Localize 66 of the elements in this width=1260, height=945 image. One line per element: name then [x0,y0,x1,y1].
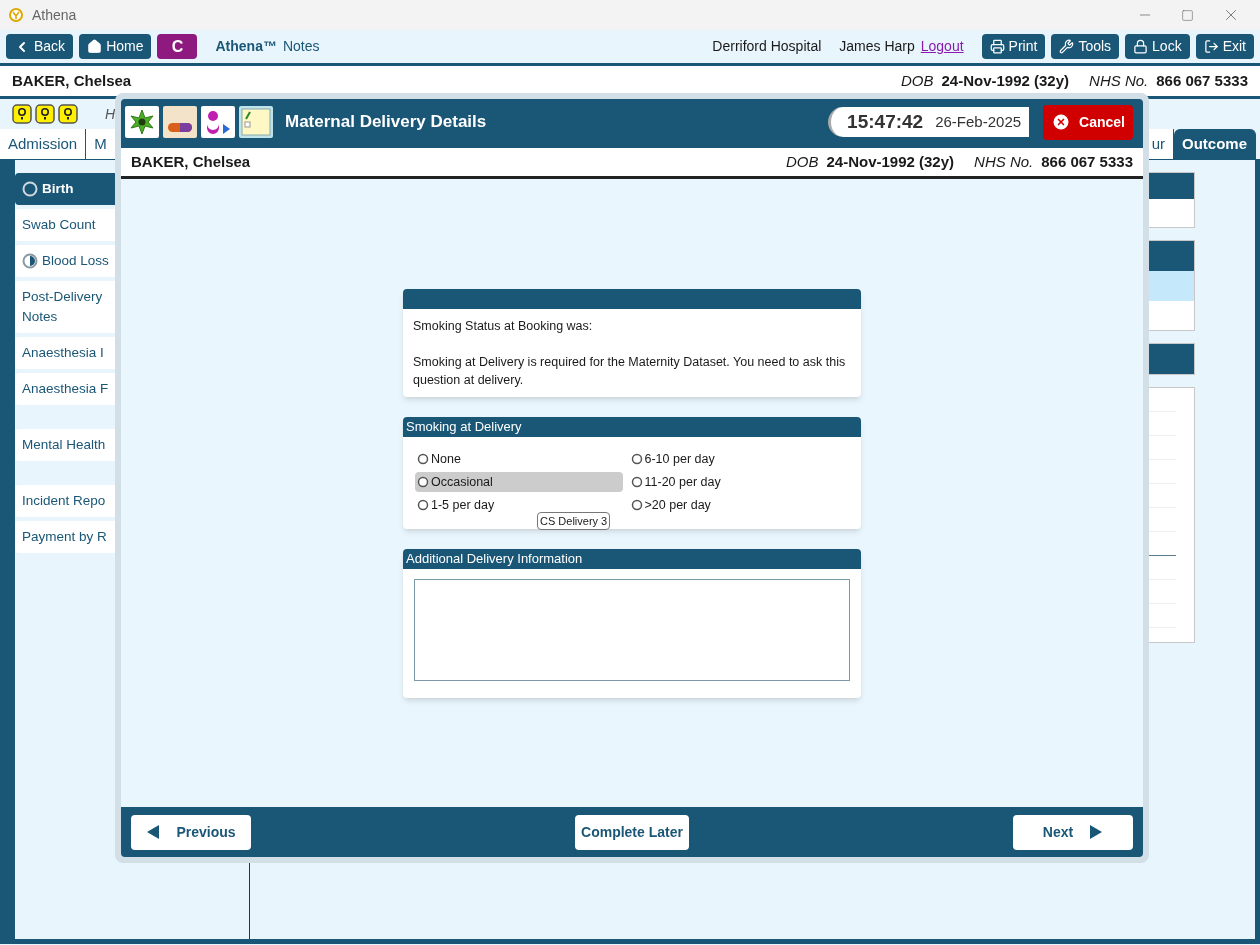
close-circle-icon [1051,112,1072,132]
nhs-value: 866 067 5333 [1041,151,1133,172]
radio-option[interactable]: 1-5 per day [415,495,623,515]
radio-option[interactable]: >20 per day [628,495,849,515]
cancel-button[interactable]: Cancel [1043,104,1133,140]
user-name: James Harp [839,37,915,56]
tab[interactable]: Admission [0,129,87,159]
dob-value: 24-Nov-1992 (32y) [826,151,955,172]
padlock-icon [1133,39,1149,54]
dob-value: 24-Nov-1992 (32y) [941,70,1070,91]
exit-button[interactable]: Exit [1195,34,1254,59]
next-button[interactable]: Next [1013,814,1133,850]
radio-icon [630,476,643,488]
home-icon [87,39,103,54]
lock-button[interactable]: Lock [1125,34,1190,59]
pill-icon[interactable] [163,106,197,138]
hospital-name: Derriford Hospital [712,37,822,56]
radio-icon [630,499,643,511]
patient-name: BAKER, Chelsea [131,151,251,172]
radio-option[interactable]: Occasional [415,472,623,492]
patient-badge[interactable]: C [157,34,198,59]
radio-option[interactable]: 11-20 per day [628,472,849,492]
patient-name: BAKER, Chelsea [12,70,132,91]
app-logo-icon [8,7,24,23]
radio-icon [630,453,643,465]
radio-option[interactable]: 6-10 per day [628,449,849,469]
radio-icon [417,499,429,511]
radio-option[interactable]: None [415,449,623,469]
info-text: Smoking Status at Booking was: [413,318,594,335]
help-icon[interactable] [58,104,78,124]
window-title: Athena [32,5,77,25]
radio-icon [417,453,429,465]
help-icon[interactable] [35,104,55,124]
clock-time: 15:47:42 [847,109,924,134]
right-arrow-icon [1089,824,1104,840]
clock-date: 26-Feb-2025 [935,111,1022,132]
card-header: Additional Delivery Information [403,549,861,569]
text-area[interactable] [414,579,850,681]
tab[interactable]: M [86,129,116,159]
exit-icon [1203,39,1219,54]
logout-link[interactable]: Logout [920,36,964,57]
nhs-value: 866 067 5333 [1156,70,1248,91]
header-text: H [105,104,116,124]
dob-label: DOB [900,70,934,91]
app-name: Athena™ [215,37,277,56]
help-icon[interactable] [12,104,32,124]
nhs-label: NHS No. [1089,70,1149,91]
left-arrow-icon [146,824,161,840]
back-button[interactable]: Back [6,34,74,59]
tools-icon [1059,39,1075,54]
flower-icon[interactable] [125,106,159,138]
printer-icon [989,39,1005,54]
card-header: Smoking at Delivery [403,417,861,437]
print-button[interactable]: Print [981,34,1046,59]
previous-button[interactable]: Previous [131,814,251,850]
complete-later-button[interactable]: Complete Later [575,814,689,850]
tab[interactable]: Outcome [1174,129,1256,159]
nhs-label: NHS No. [974,151,1034,172]
info-text: Smoking at Delivery is required for the Maternity Dataset. You need to ask this question at delivery. [413,354,847,389]
dob-label: DOB [785,151,819,172]
tooltip: CS Delivery 3 [537,512,611,530]
dialog-title: Maternal Delivery Details [285,111,487,134]
radio-icon [417,476,429,488]
tools-button[interactable]: Tools [1051,34,1120,59]
app-suffix: Notes [282,37,320,56]
home-button[interactable]: Home [79,34,152,59]
